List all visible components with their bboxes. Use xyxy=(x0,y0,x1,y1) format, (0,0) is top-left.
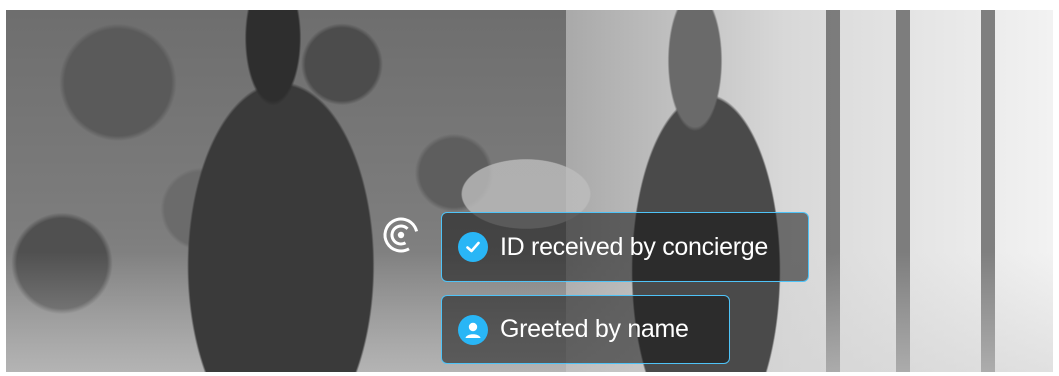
check-circle-icon xyxy=(458,232,488,262)
status-card-label: ID received by concierge xyxy=(500,232,768,261)
tap-radar-icon xyxy=(382,216,420,254)
status-card-greeted: Greeted by name xyxy=(441,295,730,364)
guest-silhouette xyxy=(156,10,416,372)
user-circle-icon xyxy=(458,314,488,345)
status-card-label: Greeted by name xyxy=(500,315,689,343)
status-card-id-received: ID received by concierge xyxy=(441,212,809,282)
